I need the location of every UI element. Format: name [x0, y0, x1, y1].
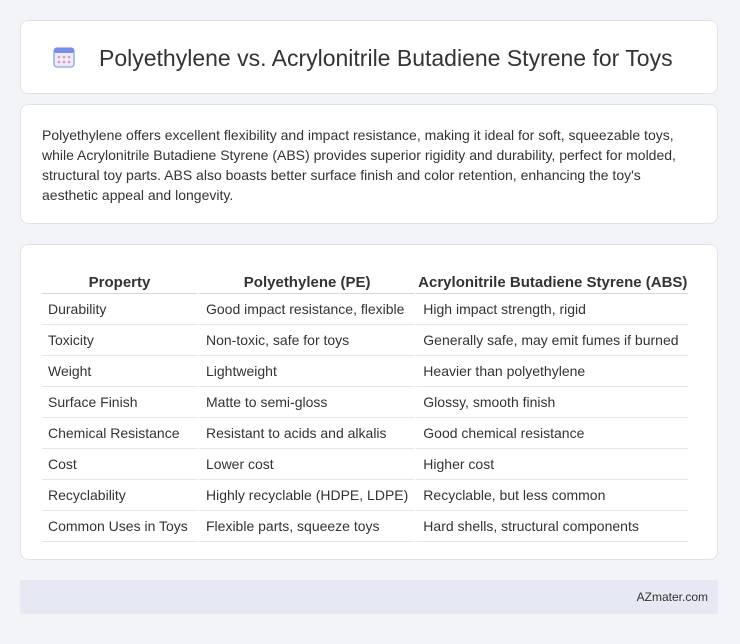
column-header-abs: Acrylonitrile Butadiene Styrene (ABS) [414, 265, 689, 294]
cell-property: Recyclability [42, 480, 197, 511]
cell-pe: Good impact resistance, flexible [197, 294, 415, 325]
intro-card: Polyethylene offers excellent flexibilit… [20, 104, 718, 224]
cell-property: Chemical Resistance [42, 418, 197, 449]
table-row: Recyclability Highly recyclable (HDPE, L… [42, 480, 689, 511]
cell-pe: Flexible parts, squeeze toys [197, 511, 415, 542]
cell-property: Common Uses in Toys [42, 511, 197, 542]
comparison-card: Property Polyethylene (PE) Acrylonitrile… [20, 244, 718, 560]
cell-abs: High impact strength, rigid [414, 294, 689, 325]
cell-abs: Generally safe, may emit fumes if burned [414, 325, 689, 356]
table-row: Durability Good impact resistance, flexi… [42, 294, 689, 325]
calendar-icon [53, 47, 75, 68]
cell-property: Weight [42, 356, 197, 387]
column-header-property: Property [42, 265, 197, 294]
cell-property: Durability [42, 294, 197, 325]
cell-pe: Matte to semi-gloss [197, 387, 415, 418]
footer-brand: AZmater.com [636, 590, 708, 604]
cell-abs: Heavier than polyethylene [414, 356, 689, 387]
cell-abs: Glossy, smooth finish [414, 387, 689, 418]
table-header-row: Property Polyethylene (PE) Acrylonitrile… [42, 265, 689, 294]
cell-property: Surface Finish [42, 387, 197, 418]
table-row: Chemical Resistance Resistant to acids a… [42, 418, 689, 449]
footer-bar: AZmater.com [20, 580, 718, 614]
table-row: Weight Lightweight Heavier than polyethy… [42, 356, 689, 387]
cell-abs: Hard shells, structural components [414, 511, 689, 542]
table-row: Surface Finish Matte to semi-gloss Gloss… [42, 387, 689, 418]
intro-paragraph: Polyethylene offers excellent flexibilit… [42, 127, 676, 203]
table-row: Cost Lower cost Higher cost [42, 449, 689, 480]
cell-abs: Good chemical resistance [414, 418, 689, 449]
cell-pe: Lower cost [197, 449, 415, 480]
cell-pe: Highly recyclable (HDPE, LDPE) [197, 480, 415, 511]
header-card: Polyethylene vs. Acrylonitrile Butadiene… [20, 20, 718, 94]
cell-pe: Non-toxic, safe for toys [197, 325, 415, 356]
column-header-pe: Polyethylene (PE) [197, 265, 415, 294]
cell-abs: Recyclable, but less common [414, 480, 689, 511]
comparison-table: Property Polyethylene (PE) Acrylonitrile… [42, 265, 689, 542]
page-title: Polyethylene vs. Acrylonitrile Butadiene… [99, 44, 673, 71]
cell-pe: Resistant to acids and alkalis [197, 418, 415, 449]
table-row: Common Uses in Toys Flexible parts, sque… [42, 511, 689, 542]
cell-abs: Higher cost [414, 449, 689, 480]
table-row: Toxicity Non-toxic, safe for toys Genera… [42, 325, 689, 356]
cell-pe: Lightweight [197, 356, 415, 387]
cell-property: Cost [42, 449, 197, 480]
cell-property: Toxicity [42, 325, 197, 356]
